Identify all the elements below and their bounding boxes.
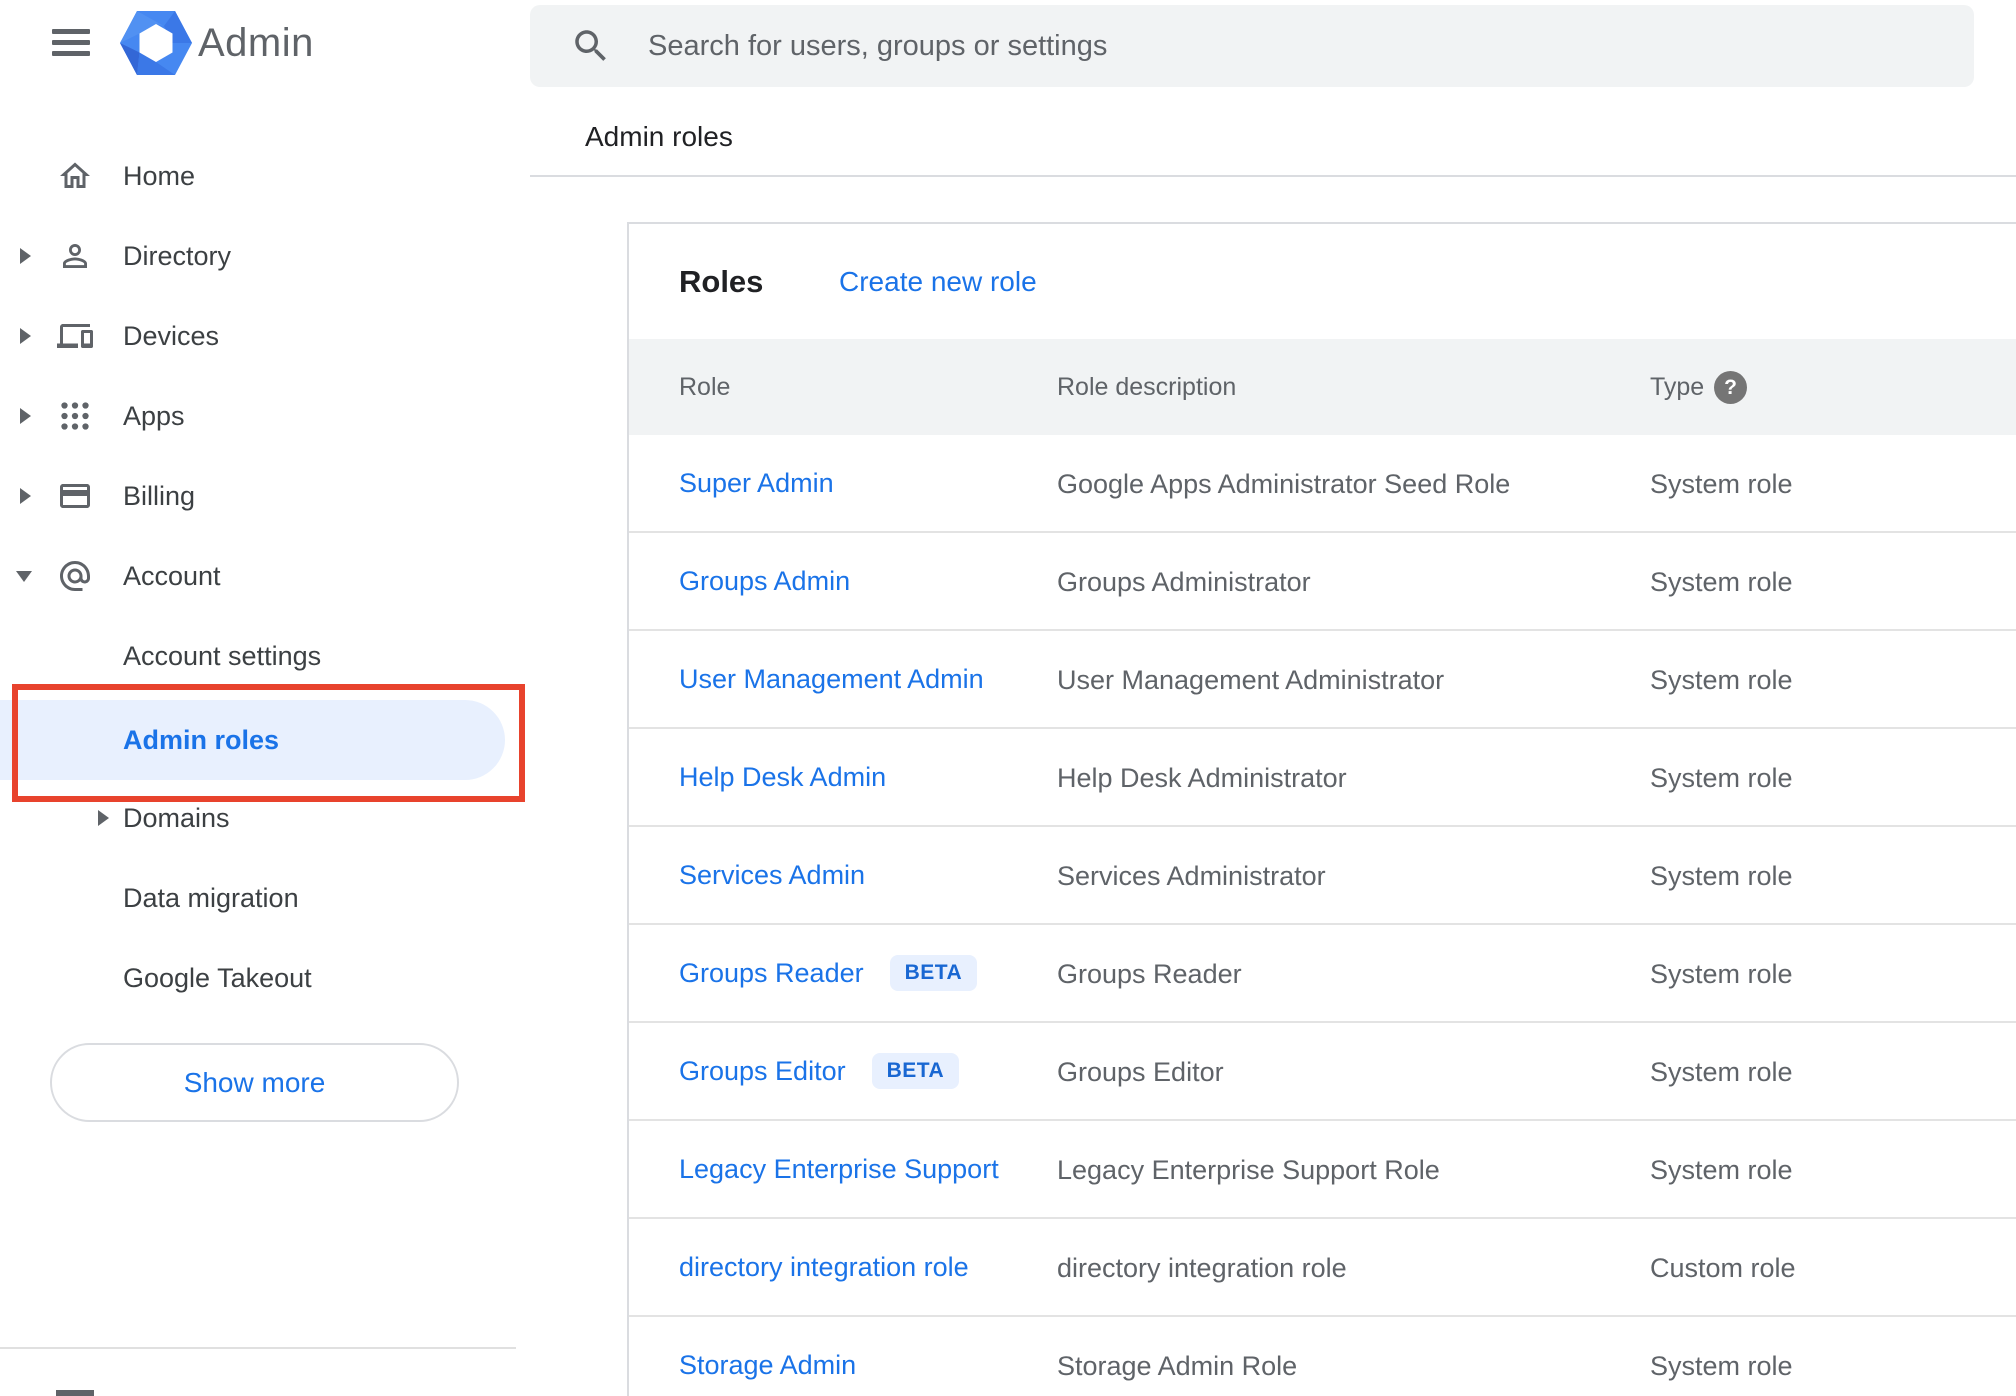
role-description: directory integration role [1057,1253,1347,1283]
home-icon [57,158,93,194]
apps-grid-icon [57,398,93,434]
table-row: Help Desk Admin Help Desk Administrator … [629,729,2016,827]
role-link[interactable]: Legacy Enterprise Support [679,1154,999,1185]
role-type: System role [1650,469,1793,499]
role-description: Services Administrator [1057,861,1326,891]
sidebar-item-account-settings[interactable]: Account settings [0,616,516,696]
beta-badge: BETA [889,955,978,991]
table-row: Services Admin Services Administrator Sy… [629,827,2016,925]
role-link[interactable]: Help Desk Admin [679,762,886,793]
role-type: System role [1650,1351,1793,1381]
role-description: Groups Reader [1057,959,1242,989]
role-link[interactable]: Storage Admin [679,1350,856,1381]
sidebar-item-directory[interactable]: Directory [0,216,516,296]
table-row: Legacy Enterprise Support Legacy Enterpr… [629,1121,2016,1219]
expand-arrow-icon[interactable] [98,810,109,826]
role-type: Custom role [1650,1253,1796,1283]
table-row: directory integration role directory int… [629,1219,2016,1317]
role-description: Help Desk Administrator [1057,763,1347,793]
sidebar-item-google-takeout[interactable]: Google Takeout [0,938,516,1018]
role-link[interactable]: directory integration role [679,1252,969,1283]
column-header-type: Type [1650,373,1705,401]
card-title: Roles [679,264,764,299]
role-link[interactable]: Services Admin [679,860,865,891]
table-row: Groups Reader BETA Groups Reader System … [629,925,2016,1023]
sidebar-item-account[interactable]: Account [0,536,516,616]
breadcrumb-divider [530,175,2016,177]
type-help-icon[interactable]: ? [1714,371,1747,404]
roles-card: Roles Create new role Role Role descript… [627,222,2016,1396]
google-admin-logo-icon [120,11,192,75]
role-link[interactable]: Super Admin [679,468,834,499]
sidebar-item-data-migration[interactable]: Data migration [0,858,516,938]
expand-arrow-icon[interactable] [20,248,31,264]
app-title: Admin [198,21,314,65]
table-row: Groups Editor BETA Groups Editor System … [629,1023,2016,1121]
credit-card-icon [57,478,93,514]
expand-arrow-icon[interactable] [20,488,31,504]
collapse-arrow-icon[interactable] [16,571,32,582]
role-link[interactable]: Groups Admin [679,566,850,597]
show-more-button[interactable]: Show more [50,1043,459,1122]
expand-arrow-icon[interactable] [20,408,31,424]
devices-icon [57,318,93,354]
role-description: User Management Administrator [1057,665,1445,695]
create-new-role-link[interactable]: Create new role [839,224,1037,339]
role-type: System role [1650,861,1793,891]
table-header-row: Role Role description Type ? [629,339,2016,435]
at-sign-icon [57,558,93,594]
breadcrumb: Admin roles [585,121,733,152]
column-header-role: Role [679,373,731,401]
sidebar-item-devices[interactable]: Devices [0,296,516,376]
column-header-description: Role description [1057,373,1237,401]
sidebar-item-admin-roles[interactable]: Admin roles [0,700,505,780]
role-description: Google Apps Administrator Seed Role [1057,469,1511,499]
role-type: System role [1650,665,1793,695]
search-icon [575,30,606,61]
role-description: Groups Administrator [1057,567,1311,597]
search-placeholder: Search for users, groups or settings [648,29,1108,62]
table-body: Super Admin Google Apps Administrator Se… [629,435,2016,1396]
person-icon [57,238,93,274]
role-link[interactable]: Groups Reader [679,958,864,989]
beta-badge: BETA [871,1053,960,1089]
role-link[interactable]: Groups Editor [679,1056,846,1087]
roles-card-header: Roles Create new role [629,224,2016,339]
main-menu-icon[interactable] [52,29,90,56]
role-type: System role [1650,763,1793,793]
role-description: Storage Admin Role [1057,1351,1298,1381]
sidebar-partial-icon [56,1390,94,1396]
search-input[interactable]: Search for users, groups or settings [530,5,1974,87]
sidebar-item-domains[interactable]: Domains [0,778,516,858]
table-row: Storage Admin Storage Admin Role System … [629,1317,2016,1396]
admin-console-screen: Admin Search for users, groups or settin… [0,0,2016,1396]
sidebar-item-home[interactable]: Home [0,136,516,216]
role-type: System role [1650,959,1793,989]
sidebar-item-billing[interactable]: Billing [0,456,516,536]
role-link[interactable]: User Management Admin [679,664,984,695]
role-type: System role [1650,567,1793,597]
role-description: Groups Editor [1057,1057,1224,1087]
role-type: System role [1650,1155,1793,1185]
table-row: User Management Admin User Management Ad… [629,631,2016,729]
sidebar-divider [0,1347,516,1349]
table-row: Groups Admin Groups Administrator System… [629,533,2016,631]
table-row: Super Admin Google Apps Administrator Se… [629,435,2016,533]
role-description: Legacy Enterprise Support Role [1057,1155,1440,1185]
expand-arrow-icon[interactable] [20,328,31,344]
sidebar-item-apps[interactable]: Apps [0,376,516,456]
role-type: System role [1650,1057,1793,1087]
